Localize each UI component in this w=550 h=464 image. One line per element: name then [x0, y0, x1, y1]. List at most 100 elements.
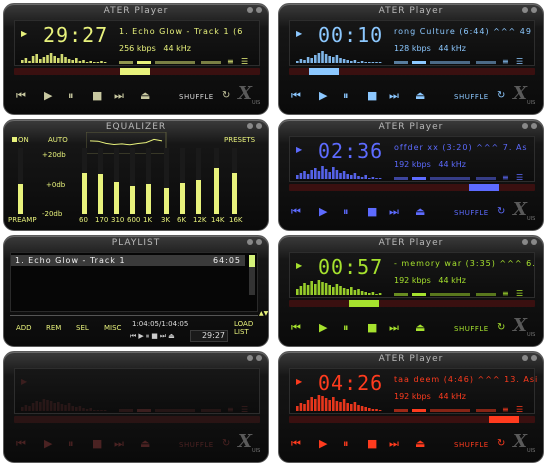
repeat-button[interactable]: ↻ [497, 322, 505, 333]
play-button[interactable]: ▶ [319, 322, 327, 333]
minimize-button[interactable] [522, 239, 528, 245]
repeat-button[interactable]: ↻ [497, 438, 505, 449]
repeat-button[interactable]: ↻ [497, 90, 505, 101]
playlist-list-button[interactable]: LIST [234, 328, 249, 336]
playlist-toggle-icon[interactable]: ☰ [516, 289, 523, 298]
close-button[interactable] [531, 123, 537, 129]
eq-band-slider[interactable] [180, 148, 185, 214]
playlist-add-button[interactable]: ADD [16, 324, 32, 332]
playlist-misc-button[interactable]: MISC [104, 324, 121, 332]
eject-button[interactable]: ⏏ [415, 322, 425, 333]
playlist-sel-button[interactable]: SEL [76, 324, 89, 332]
seek-bar[interactable] [14, 68, 260, 75]
eq-band-slider[interactable] [98, 148, 103, 214]
seek-bar[interactable] [289, 184, 535, 191]
previous-button[interactable]: ⏮ [291, 438, 301, 449]
pause-button[interactable]: ⏸ [343, 322, 349, 333]
next-button[interactable]: ⏭ [389, 322, 399, 333]
stop-button[interactable]: ■ [367, 438, 377, 449]
previous-button[interactable]: ⏮ [291, 206, 301, 217]
minimize-button[interactable] [247, 123, 253, 129]
repeat-button[interactable]: ↻ [497, 206, 505, 217]
seek-bar[interactable] [14, 416, 260, 423]
shuffle-button[interactable]: SHUFFLE [179, 441, 214, 449]
playlist-scroll-thumb[interactable] [249, 255, 255, 267]
eject-button[interactable]: ⏏ [415, 90, 425, 101]
seek-thumb[interactable] [120, 68, 150, 75]
close-button[interactable] [256, 7, 262, 13]
playlist-toggle-icon[interactable]: ☰ [516, 405, 523, 414]
shuffle-button[interactable]: SHUFFLE [454, 325, 489, 333]
seek-thumb[interactable] [309, 68, 339, 75]
playlist-toggle-icon[interactable]: ☰ [241, 57, 248, 66]
next-button[interactable]: ⏭ [389, 90, 399, 101]
close-button[interactable] [256, 239, 262, 245]
playlist-rem-button[interactable]: REM [46, 324, 61, 332]
seek-thumb[interactable] [489, 416, 519, 423]
eq-band-slider[interactable] [130, 148, 135, 214]
playlist-load-button[interactable]: LOAD [234, 320, 253, 328]
playlist-item[interactable]: 1. Echo Glow - Track 1 64:05 [11, 256, 245, 267]
play-button[interactable]: ▶ [44, 90, 52, 101]
eq-toggle-icon[interactable]: ≡ [502, 289, 509, 298]
close-button[interactable] [531, 7, 537, 13]
eq-band-slider[interactable] [146, 148, 151, 214]
playlist-toggle-icon[interactable]: ☰ [516, 173, 523, 182]
eq-on-button[interactable]: ON [18, 136, 29, 144]
eject-button[interactable]: ⏏ [415, 206, 425, 217]
pause-button[interactable]: ⏸ [343, 90, 349, 101]
play-button[interactable]: ▶ [319, 438, 327, 449]
pause-button[interactable]: ⏸ [68, 90, 74, 101]
eq-band-slider[interactable] [164, 148, 169, 214]
seek-bar[interactable] [289, 416, 535, 423]
eq-band-slider[interactable] [82, 148, 87, 214]
eq-band-slider[interactable] [114, 148, 119, 214]
next-button[interactable]: ⏭ [389, 438, 399, 449]
play-button[interactable]: ▶ [319, 90, 327, 101]
stop-button[interactable]: ■ [367, 90, 377, 101]
seek-bar[interactable] [289, 300, 535, 307]
seek-thumb[interactable] [469, 184, 499, 191]
eject-button[interactable]: ⏏ [415, 438, 425, 449]
close-button[interactable] [531, 355, 537, 361]
shuffle-button[interactable]: SHUFFLE [454, 209, 489, 217]
close-button[interactable] [531, 239, 537, 245]
eq-band-slider[interactable] [232, 148, 237, 214]
repeat-button[interactable]: ↻ [222, 438, 230, 449]
minimize-button[interactable] [522, 123, 528, 129]
mini-stop-button[interactable]: ■ [151, 332, 160, 340]
minimize-button[interactable] [247, 239, 253, 245]
close-button[interactable] [256, 355, 262, 361]
minimize-button[interactable] [247, 7, 253, 13]
playlist-toggle-icon[interactable]: ☰ [241, 405, 248, 414]
stop-button[interactable]: ■ [92, 90, 102, 101]
stop-button[interactable]: ■ [367, 322, 377, 333]
next-button[interactable]: ⏭ [114, 438, 124, 449]
eject-button[interactable]: ⏏ [140, 438, 150, 449]
play-button[interactable]: ▶ [319, 206, 327, 217]
eq-band-slider[interactable] [214, 148, 219, 214]
pause-button[interactable]: ⏸ [343, 438, 349, 449]
eq-toggle-icon[interactable]: ≡ [227, 57, 234, 66]
seek-thumb[interactable] [349, 300, 379, 307]
mini-eject-button[interactable]: ⏏ [168, 332, 177, 340]
eject-button[interactable]: ⏏ [140, 90, 150, 101]
eq-toggle-icon[interactable]: ≡ [502, 405, 509, 414]
previous-button[interactable]: ⏮ [291, 322, 301, 333]
shuffle-button[interactable]: SHUFFLE [454, 93, 489, 101]
stop-button[interactable]: ■ [92, 438, 102, 449]
next-button[interactable]: ⏭ [114, 90, 124, 101]
eq-toggle-icon[interactable]: ≡ [502, 173, 509, 182]
playlist-toggle-icon[interactable]: ☰ [516, 57, 523, 66]
previous-button[interactable]: ⏮ [16, 438, 26, 449]
eq-band-slider[interactable] [196, 148, 201, 214]
mini-next-button[interactable]: ⏭ [160, 332, 168, 340]
preamp-slider[interactable] [18, 148, 23, 214]
previous-button[interactable]: ⏮ [291, 90, 301, 101]
eq-toggle-icon[interactable]: ≡ [227, 405, 234, 414]
eq-toggle-icon[interactable]: ≡ [502, 57, 509, 66]
scroll-arrows-icon[interactable]: ▲▼ [259, 310, 268, 317]
mini-play-button[interactable]: ▶ [138, 332, 145, 340]
minimize-button[interactable] [522, 355, 528, 361]
previous-button[interactable]: ⏮ [16, 90, 26, 101]
